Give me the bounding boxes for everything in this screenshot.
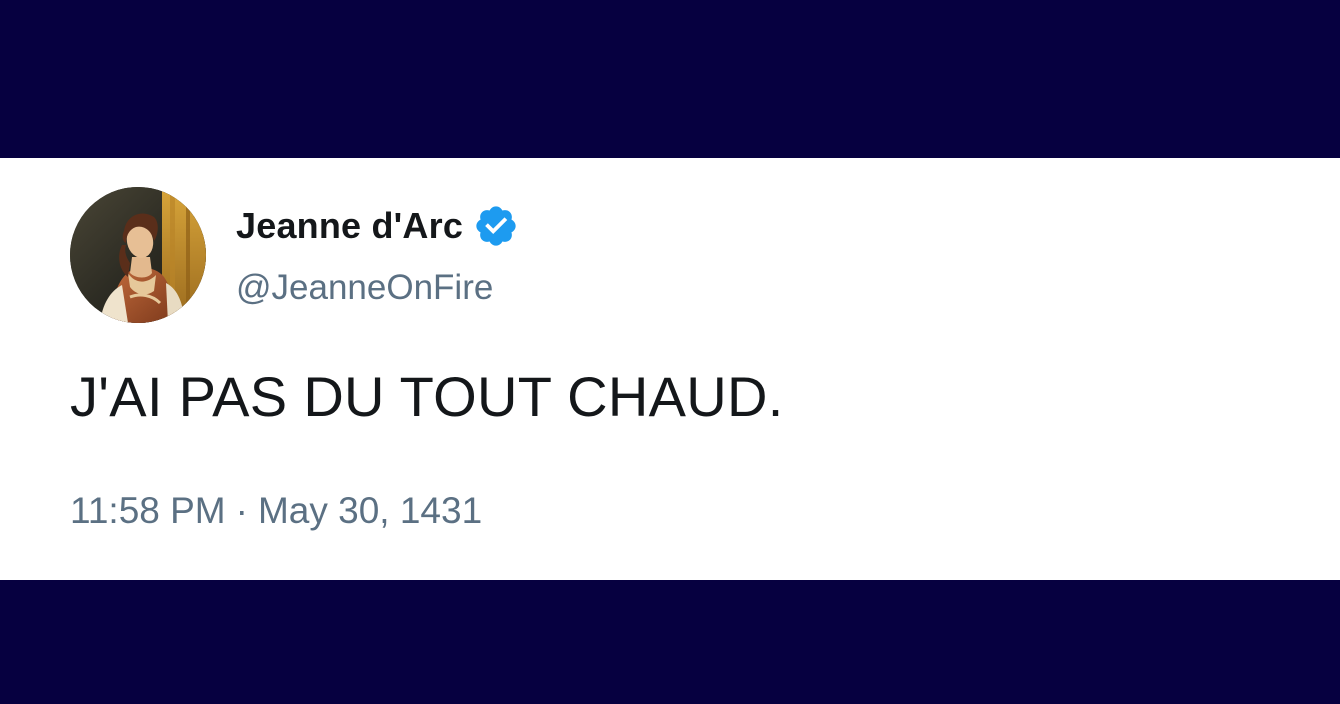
tweet-text: J'AI PAS DU TOUT CHAUD. [70, 365, 784, 428]
meta-separator: · [235, 490, 248, 531]
author-name-row: Jeanne d'Arc [236, 204, 519, 248]
tweet-time: 11:58 PM [70, 490, 226, 531]
verified-badge-icon [473, 203, 519, 249]
tweet-date: May 30, 1431 [257, 490, 483, 531]
author-avatar[interactable] [70, 187, 206, 323]
tweet-timestamp[interactable]: 11:58 PM · May 30, 1431 [70, 490, 482, 532]
portrait-painting-avatar [70, 187, 206, 323]
top-band [0, 0, 1340, 158]
author-handle[interactable]: @JeanneOnFire [236, 268, 493, 308]
author-display-name[interactable]: Jeanne d'Arc [236, 205, 463, 247]
bottom-band [0, 580, 1340, 704]
tweet-card: Jeanne d'Arc @JeanneOnFire J'AI PAS DU T… [0, 158, 1340, 580]
